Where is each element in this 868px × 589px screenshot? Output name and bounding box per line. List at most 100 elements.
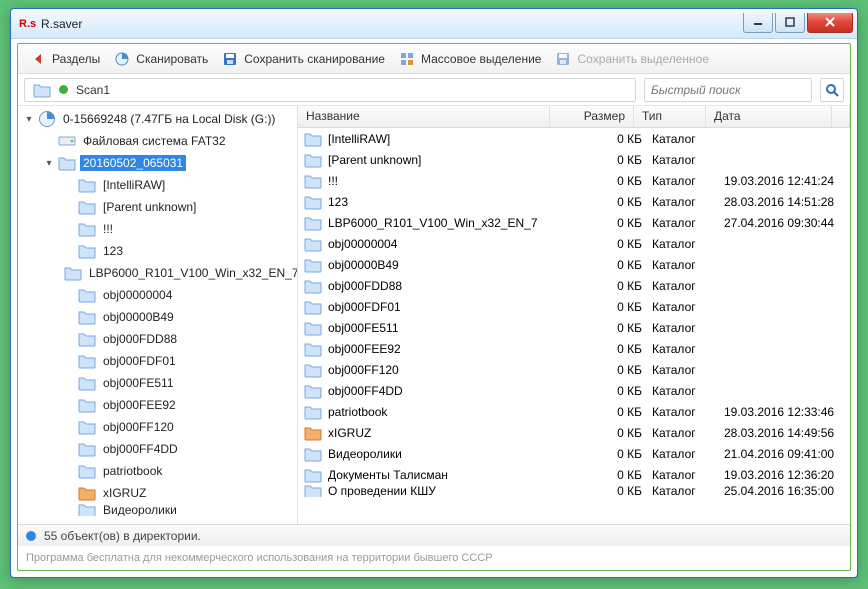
scan-button[interactable]: Сканировать (108, 48, 214, 70)
row-type: Каталог (650, 300, 722, 314)
row-date: 28.03.2016 14:51:28 (722, 195, 848, 209)
tree-node[interactable]: xIGRUZ (18, 482, 297, 504)
table-row[interactable]: obj00000B490 КБКаталог (298, 254, 850, 275)
table-row[interactable]: obj000FEE920 КБКаталог (298, 338, 850, 359)
mass-select-label: Массовое выделение (421, 52, 542, 66)
row-type: Каталог (650, 485, 722, 497)
tree-node[interactable]: obj00000004 (18, 284, 297, 306)
search-box[interactable] (644, 78, 812, 102)
search-input[interactable] (651, 83, 808, 97)
table-row[interactable]: [IntelliRAW]0 КБКаталог (298, 128, 850, 149)
folder-icon (78, 308, 96, 326)
row-size: 0 КБ (566, 216, 650, 230)
tree-node[interactable]: 123 (18, 240, 297, 262)
row-size: 0 КБ (566, 342, 650, 356)
folder-icon (304, 404, 322, 420)
table-row[interactable]: patriotbook0 КБКаталог19.03.2016 12:33:4… (298, 401, 850, 422)
table-row[interactable]: !!!0 КБКаталог19.03.2016 12:41:24 (298, 170, 850, 191)
column-type[interactable]: Тип (634, 106, 706, 127)
tree-node[interactable]: obj000FDF01 (18, 350, 297, 372)
tree-node[interactable]: ▾ 0-15669248 (7.47ГБ на Local Disk (G:)) (18, 108, 297, 130)
save-selected-button[interactable]: Сохранить выделенное (549, 48, 715, 70)
tree-node-label: xIGRUZ (100, 485, 149, 501)
table-row[interactable]: obj000FF1200 КБКаталог (298, 359, 850, 380)
tree-node[interactable]: Файловая система FAT32 (18, 130, 297, 152)
column-size[interactable]: Размер (550, 106, 634, 127)
close-button[interactable] (807, 13, 853, 33)
tree-node[interactable]: obj000FEE92 (18, 394, 297, 416)
tree-twisty-icon[interactable]: ▾ (42, 158, 56, 169)
row-name: obj000FF4DD (328, 384, 403, 398)
table-row[interactable]: obj000FF4DD0 КБКаталог (298, 380, 850, 401)
table-row[interactable]: obj000FE5110 КБКаталог (298, 317, 850, 338)
row-date: 25.04.2016 16:35:00 (722, 485, 848, 497)
tree-node[interactable]: obj000FE511 (18, 372, 297, 394)
app-window: R.s R.saver Разделы Сканировать Сохранит… (10, 8, 858, 578)
folder-icon (78, 198, 96, 216)
folder-icon (304, 236, 322, 252)
row-name: obj000FDF01 (328, 300, 401, 314)
row-size: 0 КБ (566, 363, 650, 377)
tree-node[interactable]: LBP6000_R101_V100_Win_x32_EN_7 (18, 262, 297, 284)
table-row[interactable]: LBP6000_R101_V100_Win_x32_EN_70 КБКатало… (298, 212, 850, 233)
folder-icon (304, 446, 322, 462)
statusbar: 55 объект(ов) в директории. (18, 524, 850, 546)
tree-node-label: obj000FF4DD (100, 441, 181, 457)
row-name: xIGRUZ (328, 426, 371, 440)
footer: Программа бесплатна для некоммерческого … (18, 546, 850, 570)
column-date[interactable]: Дата (706, 106, 832, 127)
tree-node-label: obj000FF120 (100, 419, 177, 435)
column-name[interactable]: Название (298, 106, 550, 127)
tree-node[interactable]: obj000FF4DD (18, 438, 297, 460)
tree-node-label: obj000FE511 (100, 375, 177, 391)
mass-select-button[interactable]: Массовое выделение (393, 48, 548, 70)
mass-select-icon (399, 51, 415, 67)
tree-node[interactable]: !!! (18, 218, 297, 240)
row-size: 0 КБ (566, 258, 650, 272)
table-row[interactable]: obj000FDD880 КБКаталог (298, 275, 850, 296)
tree-node[interactable]: [IntelliRAW] (18, 174, 297, 196)
table-row[interactable]: О проведении КШУ0 КБКаталог25.04.2016 16… (298, 485, 850, 497)
table-row[interactable]: obj000000040 КБКаталог (298, 233, 850, 254)
table-row[interactable]: 1230 КБКаталог28.03.2016 14:51:28 (298, 191, 850, 212)
row-size: 0 КБ (566, 384, 650, 398)
table-row[interactable]: obj000FDF010 КБКаталог (298, 296, 850, 317)
save-scan-label: Сохранить сканирование (244, 52, 385, 66)
row-type: Каталог (650, 342, 722, 356)
table-row[interactable]: Видеоролики0 КБКаталог21.04.2016 09:41:0… (298, 443, 850, 464)
client-area: Разделы Сканировать Сохранить сканирован… (17, 43, 851, 571)
tree-node[interactable]: Видеоролики (18, 504, 297, 516)
list-body[interactable]: [IntelliRAW]0 КБКаталог[Parent unknown]0… (298, 128, 850, 524)
scan-label: Сканировать (136, 52, 208, 66)
table-row[interactable]: xIGRUZ0 КБКаталог28.03.2016 14:49:56 (298, 422, 850, 443)
footer-text: Программа бесплатна для некоммерческого … (26, 552, 493, 564)
minimize-button[interactable] (743, 13, 773, 33)
row-date: 27.04.2016 09:30:44 (722, 216, 848, 230)
row-size: 0 КБ (566, 237, 650, 251)
save-scan-button[interactable]: Сохранить сканирование (216, 48, 391, 70)
tree-node-label: 0-15669248 (7.47ГБ на Local Disk (G:)) (60, 111, 278, 127)
row-name: patriotbook (328, 405, 387, 419)
tree-node[interactable]: [Parent unknown] (18, 196, 297, 218)
search-button[interactable] (820, 78, 844, 102)
tree-node[interactable]: obj000FDD88 (18, 328, 297, 350)
column-pad (832, 106, 850, 127)
table-row[interactable]: [Parent unknown]0 КБКаталог (298, 149, 850, 170)
titlebar[interactable]: R.s R.saver (11, 9, 857, 39)
row-type: Каталог (650, 174, 722, 188)
tree-node[interactable]: obj000FF120 (18, 416, 297, 438)
tree-node[interactable]: obj00000B49 (18, 306, 297, 328)
folder-icon (304, 194, 322, 210)
path-display[interactable]: Scan1 (24, 78, 636, 102)
table-row[interactable]: Документы Талисман0 КБКаталог19.03.2016 … (298, 464, 850, 485)
split-pane: ▾ 0-15669248 (7.47ГБ на Local Disk (G:)) Ф… (18, 106, 850, 524)
tree-node[interactable]: ▾20160502_065031 (18, 152, 297, 174)
list-header[interactable]: Название Размер Тип Дата (298, 106, 850, 128)
folder-icon (78, 504, 96, 516)
tree-node[interactable]: patriotbook (18, 460, 297, 482)
maximize-button[interactable] (775, 13, 805, 33)
folder-icon (304, 152, 322, 168)
sections-button[interactable]: Разделы (24, 48, 106, 70)
tree-panel[interactable]: ▾ 0-15669248 (7.47ГБ на Local Disk (G:)) Ф… (18, 106, 298, 524)
tree-twisty-icon[interactable]: ▾ (22, 114, 36, 125)
